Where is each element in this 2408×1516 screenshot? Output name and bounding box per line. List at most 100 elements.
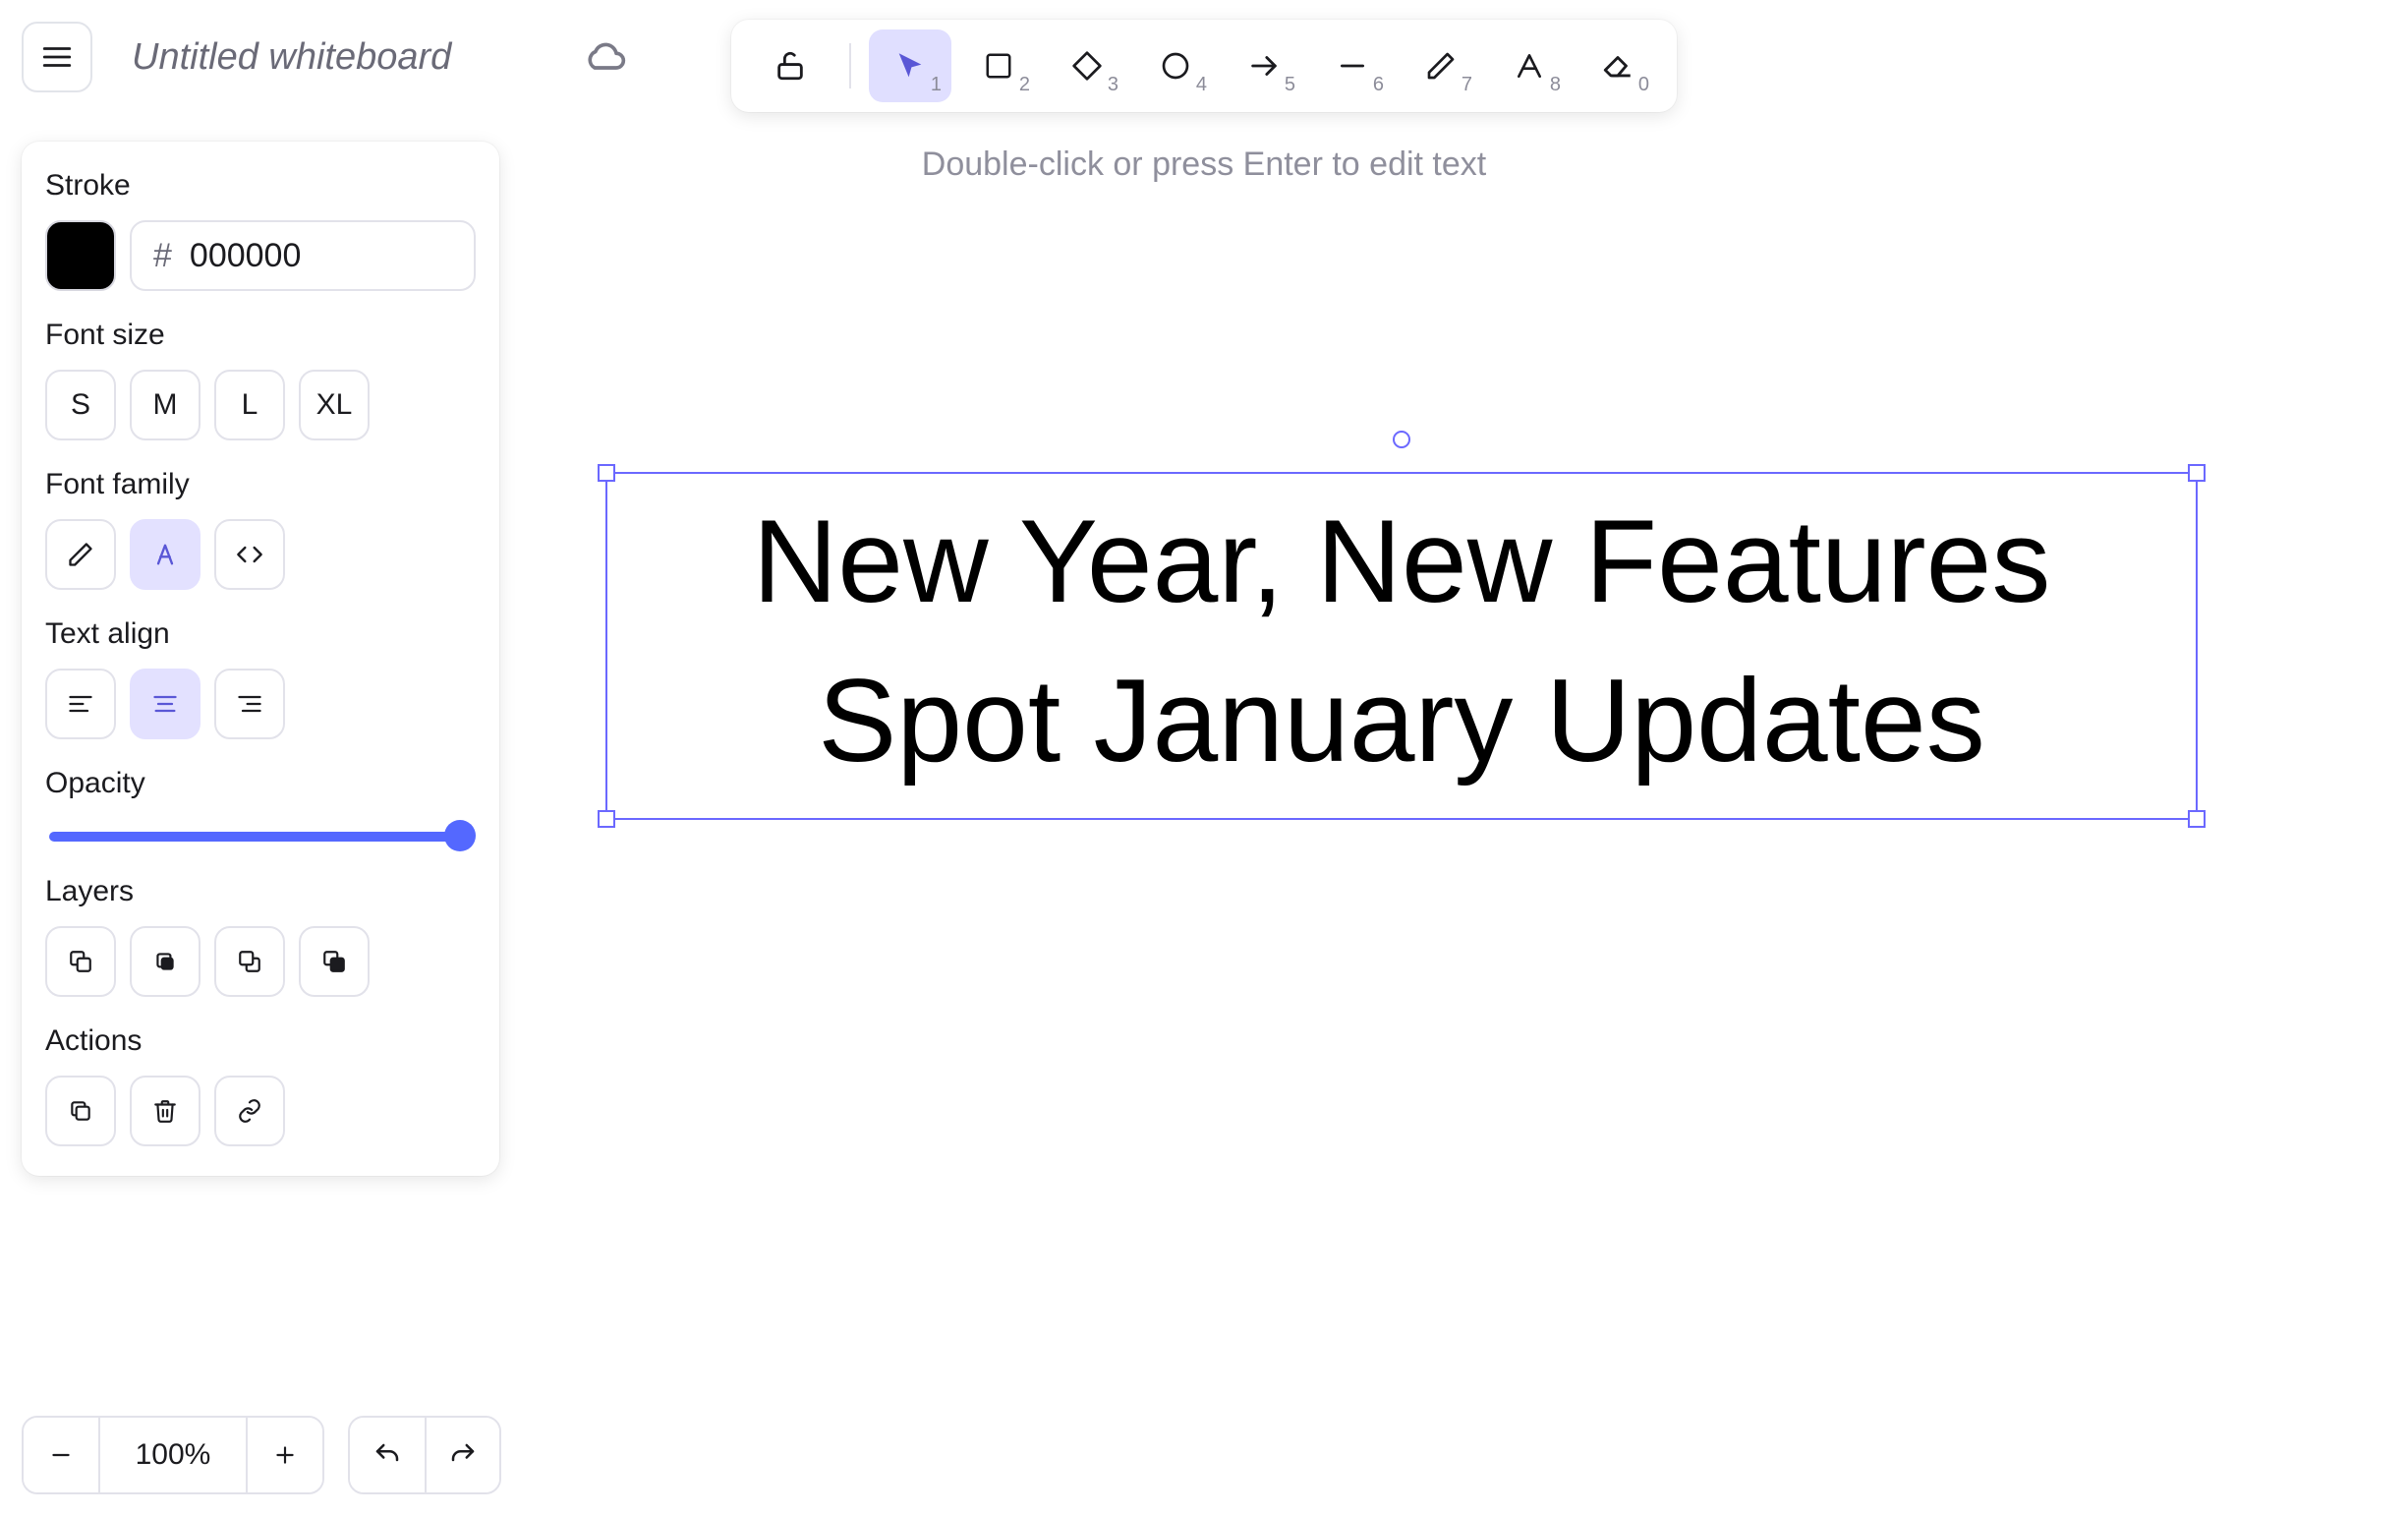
hamburger-icon [40,40,74,74]
code-icon [236,541,263,568]
link-icon [237,1098,262,1124]
document-title-input[interactable] [132,36,545,79]
arrow-tool[interactable]: 5 [1223,29,1305,102]
line-tool[interactable]: 6 [1311,29,1394,102]
bring-to-front-icon [321,949,347,974]
send-to-back-icon [68,949,93,974]
text-align-label: Text align [45,617,476,651]
align-right-button[interactable] [214,669,285,739]
font-family-section: Font family [45,468,476,590]
pencil-icon [67,541,94,568]
redo-icon [448,1440,478,1470]
undo-button[interactable] [350,1418,425,1492]
square-icon [984,51,1013,81]
link-button[interactable] [214,1076,285,1146]
font-size-m[interactable]: M [130,370,201,440]
opacity-slider[interactable] [45,818,476,847]
font-size-label: Font size [45,319,476,352]
copy-icon [68,1098,93,1124]
resize-handle-bl[interactable] [598,810,615,828]
edit-hint-text: Double-click or press Enter to edit text [922,146,1486,184]
zoom-controls: 100% [22,1416,324,1494]
selected-text-element[interactable]: New Year, New Features Spot January Upda… [605,472,2198,820]
footer-controls: 100% [22,1416,501,1494]
top-toolbar: 1 2 3 4 5 6 7 [731,20,1677,112]
minus-icon [48,1442,74,1468]
kbd-label: 6 [1373,74,1384,96]
pencil-icon [1425,50,1457,82]
text-align-section: Text align [45,617,476,739]
canvas-text-content[interactable]: New Year, New Features Spot January Upda… [607,474,2196,800]
cursor-icon [893,49,927,83]
properties-panel: Stroke # Font size S M L XL Font family [22,142,499,1176]
diamond-icon [1071,50,1103,82]
actions-section: Actions [45,1024,476,1146]
redo-button[interactable] [425,1418,499,1492]
eraser-icon [1601,49,1634,83]
layers-section: Layers [45,875,476,997]
font-family-normal[interactable] [130,519,201,590]
toolbar-divider [849,43,851,88]
kbd-label: 3 [1108,74,1118,96]
stroke-color-swatch[interactable] [45,220,116,291]
eraser-tool[interactable]: 0 [1577,29,1659,102]
font-family-code[interactable] [214,519,285,590]
stroke-hex-field[interactable]: # [130,220,476,291]
align-left-button[interactable] [45,669,116,739]
duplicate-button[interactable] [45,1076,116,1146]
bring-to-front-button[interactable] [299,926,370,997]
text-icon [1514,50,1545,82]
resize-handle-tr[interactable] [2188,464,2206,482]
resize-handle-br[interactable] [2188,810,2206,828]
kbd-label: 4 [1196,74,1207,96]
kbd-label: 8 [1550,74,1561,96]
stroke-hex-input[interactable] [190,237,452,275]
zoom-out-button[interactable] [24,1418,98,1492]
trash-icon [152,1098,178,1124]
send-backward-icon [152,949,178,974]
opacity-label: Opacity [45,767,476,800]
kbd-label: 1 [931,74,942,96]
resize-handle-tl[interactable] [598,464,615,482]
actions-label: Actions [45,1024,476,1058]
slider-track [49,832,472,842]
font-family-handdrawn[interactable] [45,519,116,590]
stroke-section: Stroke # [45,169,476,291]
send-backward-button[interactable] [130,926,201,997]
font-size-l[interactable]: L [214,370,285,440]
header-left [22,22,627,92]
align-left-icon [67,690,94,718]
zoom-in-button[interactable] [248,1418,322,1492]
font-size-s[interactable]: S [45,370,116,440]
kbd-label: 5 [1285,74,1295,96]
main-menu-button[interactable] [22,22,92,92]
align-center-button[interactable] [130,669,201,739]
selection-tool[interactable]: 1 [869,29,951,102]
lock-tool[interactable] [749,29,831,102]
diamond-tool[interactable]: 3 [1046,29,1128,102]
lock-open-icon [774,49,807,83]
cloud-sync-icon[interactable] [584,35,627,79]
text-tool[interactable]: 8 [1488,29,1571,102]
opacity-section: Opacity [45,767,476,847]
bring-forward-button[interactable] [214,926,285,997]
zoom-level-label[interactable]: 100% [98,1418,248,1492]
plus-icon [272,1442,298,1468]
font-size-section: Font size S M L XL [45,319,476,440]
layers-label: Layers [45,875,476,908]
rectangle-tool[interactable]: 2 [957,29,1040,102]
rotate-handle[interactable] [1393,431,1410,448]
send-to-back-button[interactable] [45,926,116,997]
ellipse-tool[interactable]: 4 [1134,29,1217,102]
font-size-xl[interactable]: XL [299,370,370,440]
bring-forward-icon [237,949,262,974]
draw-tool[interactable]: 7 [1400,29,1482,102]
delete-button[interactable] [130,1076,201,1146]
line-icon [1337,50,1368,82]
font-icon [151,541,179,568]
stroke-label: Stroke [45,169,476,203]
align-right-icon [236,690,263,718]
arrow-right-icon [1247,49,1281,83]
slider-thumb[interactable] [444,820,476,851]
kbd-label: 7 [1462,74,1472,96]
